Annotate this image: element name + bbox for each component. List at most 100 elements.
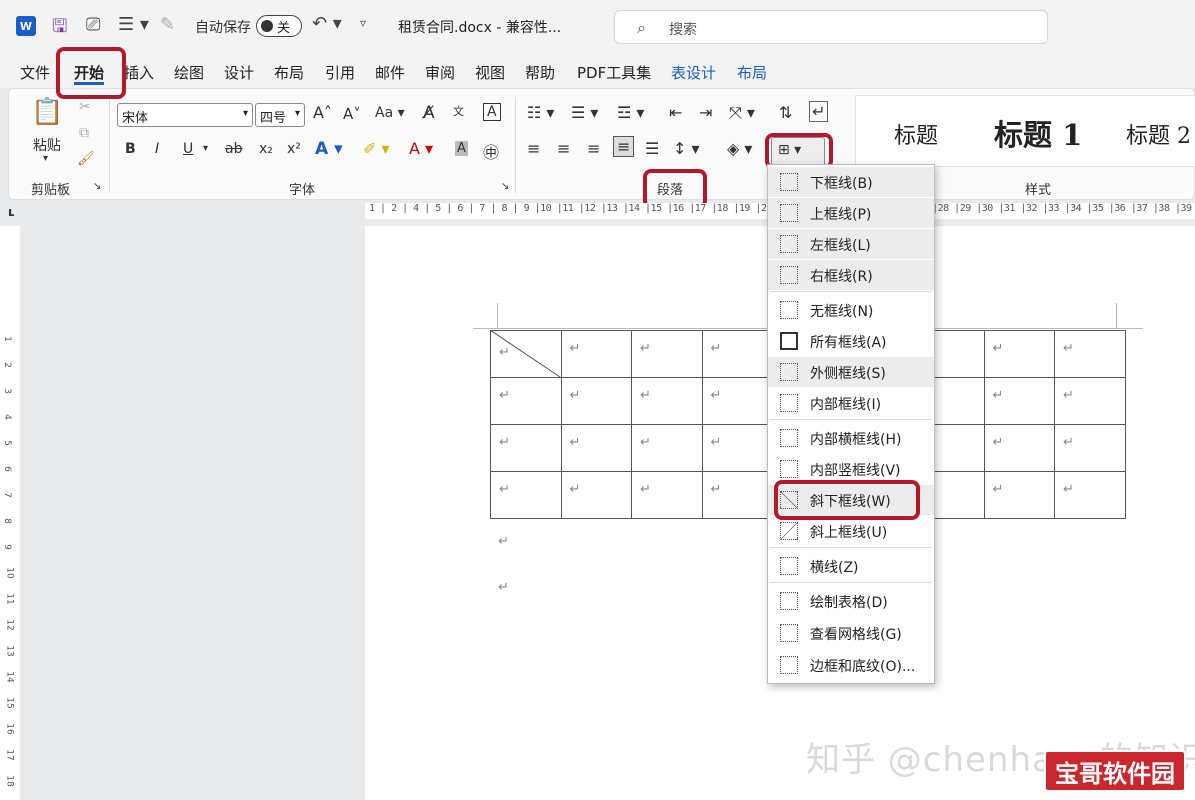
border-menu-item[interactable]: 左框线(L) [768, 229, 934, 259]
underline-dropdown-icon[interactable]: ▾ [203, 143, 208, 154]
decrease-indent-icon[interactable]: ⇤ [669, 103, 682, 122]
style-heading-1[interactable]: 标题 1 [994, 112, 1082, 154]
border-menu-item[interactable]: 斜上框线(U) [768, 516, 934, 546]
underline-button[interactable]: U [183, 141, 193, 157]
table-cell[interactable]: ↵ [983, 330, 1055, 378]
border-menu-item[interactable]: 边框和底纹(O)... [768, 650, 934, 680]
align-right-icon[interactable]: ≡ [587, 139, 600, 158]
border-menu-item[interactable]: 右框线(R) [768, 260, 934, 290]
border-menu-item[interactable]: 查看网格线(G) [768, 618, 934, 648]
superscript-button[interactable]: x² [287, 141, 301, 157]
table-cell[interactable]: ↵ [1054, 424, 1126, 472]
tab-insert[interactable]: 插入 [124, 62, 154, 83]
border-menu-item[interactable]: 外侧框线(S) [768, 357, 934, 387]
strikethrough-button[interactable]: ab [225, 141, 242, 157]
font-name-select[interactable]: 宋体 ▾ [117, 103, 253, 127]
tab-design[interactable]: 设计 [224, 62, 254, 83]
table-cell[interactable]: ↵ [631, 330, 703, 378]
search-box[interactable]: ⌕ 搜索 [614, 10, 1048, 44]
save-icon[interactable]: 🖫 [52, 14, 67, 44]
chinese-layout-icon[interactable]: ⤧ ▾ [729, 103, 755, 123]
numbering-icon[interactable]: ☰ ▾ [571, 103, 598, 122]
subscript-button[interactable]: x₂ [259, 141, 273, 157]
table-cell[interactable]: ↵ [983, 471, 1055, 519]
shrink-font-icon[interactable]: A˅ [343, 105, 361, 123]
copy-icon[interactable]: ⧉ [79, 125, 89, 141]
character-border-icon[interactable]: A [483, 103, 501, 121]
border-menu-item[interactable]: 无框线(N) [768, 295, 934, 325]
pen-icon[interactable]: ✎ [160, 14, 175, 35]
border-menu-item[interactable]: 绘制表格(D) [768, 586, 934, 616]
increase-indent-icon[interactable]: ⇥ [699, 103, 712, 122]
border-menu-item[interactable]: 内部框线(I) [768, 388, 934, 418]
paste-icon[interactable]: 📋 [31, 97, 63, 127]
paste-label[interactable]: 粘贴 [33, 135, 61, 155]
table-cell[interactable]: ↵ [560, 377, 632, 425]
tab-references[interactable]: 引用 [325, 62, 355, 83]
font-size-select[interactable]: 四号 ▾ [255, 103, 305, 127]
table-cell[interactable]: ↵ [701, 424, 773, 472]
tab-selector-icon[interactable]: ʟ [8, 205, 14, 219]
tab-file[interactable]: 文件 [20, 62, 50, 83]
tab-review[interactable]: 审阅 [425, 62, 455, 83]
vertical-ruler[interactable]: 1 2 3 4 5 6 7 8 9 10 11 12 13 14 15 16 1… [0, 226, 20, 800]
table-cell[interactable]: ↵ [560, 330, 632, 378]
style-heading[interactable]: 标题 [894, 118, 938, 150]
distributed-icon[interactable]: ☰ [645, 139, 659, 158]
undo-icon[interactable]: ↶ ▾ [312, 13, 342, 34]
line-spacing-icon[interactable]: ↕ ▾ [673, 139, 700, 158]
table-cell[interactable]: ↵ [490, 471, 562, 519]
grow-font-icon[interactable]: A˄ [313, 103, 332, 122]
paste-dropdown-icon[interactable]: ▾ [43, 153, 48, 164]
border-menu-item[interactable]: 所有框线(A) [768, 326, 934, 356]
border-menu-item[interactable]: 上框线(P) [768, 198, 934, 228]
cut-icon[interactable]: ✂ [79, 99, 91, 115]
italic-button[interactable]: I [155, 141, 159, 157]
sort-icon[interactable]: ⇅ [779, 103, 792, 122]
tab-view[interactable]: 视图 [475, 62, 505, 83]
border-menu-item[interactable]: 内部横框线(H) [768, 423, 934, 453]
font-color-icon[interactable]: A ▾ [409, 139, 433, 158]
bold-button[interactable]: B [125, 141, 136, 157]
table-cell[interactable]: ↵ [560, 424, 632, 472]
tab-layout[interactable]: 布局 [274, 62, 304, 83]
tab-table-layout[interactable]: 布局 [737, 62, 767, 83]
autosave-toggle[interactable]: 关 [256, 15, 302, 37]
clipboard-launcher-icon[interactable]: ↘ [93, 181, 101, 192]
phonetic-guide-icon[interactable]: 文 [453, 103, 464, 119]
align-left-icon[interactable]: ≡ [527, 139, 540, 158]
table-cell[interactable]: ↵ [631, 377, 703, 425]
table-cell[interactable]: ↵ [701, 330, 773, 378]
character-shading-icon[interactable]: A [455, 141, 468, 156]
tab-table-design[interactable]: 表设计 [671, 62, 716, 83]
multilevel-list-icon[interactable]: ☲ ▾ [617, 103, 644, 122]
show-formatting-marks-icon[interactable]: ↵ [809, 101, 829, 122]
table-cell[interactable]: ↵ [701, 377, 773, 425]
tab-pdf-tools[interactable]: PDF工具集 [577, 62, 651, 83]
table-cell[interactable]: ↵ [983, 377, 1055, 425]
table-cell[interactable]: ↵ [1054, 377, 1126, 425]
border-menu-item[interactable]: 下框线(B) [768, 167, 934, 197]
shading-icon[interactable]: ◈ ▾ [727, 139, 752, 158]
table-cell[interactable]: ↵ [983, 424, 1055, 472]
table-cell[interactable]: ↵ [490, 377, 562, 425]
enclose-characters-icon[interactable]: ㊥ [483, 139, 499, 163]
font-launcher-icon[interactable]: ↘ [501, 181, 509, 192]
table-cell[interactable]: ↵ [631, 424, 703, 472]
table-cell[interactable]: ↵ [1054, 330, 1126, 378]
table-cell[interactable]: ↵ [631, 471, 703, 519]
table-cell[interactable]: ↵ [701, 471, 773, 519]
table-cell[interactable]: ↵ [1054, 471, 1126, 519]
align-center-icon[interactable]: ≡ [557, 139, 570, 158]
justify-icon[interactable]: ≡ [613, 136, 635, 157]
bullets-icon[interactable]: ☷ ▾ [527, 103, 554, 122]
clear-formatting-icon[interactable]: A̸ [423, 103, 435, 123]
text-effects-icon[interactable]: A ▾ [315, 139, 343, 159]
tab-help[interactable]: 帮助 [525, 62, 555, 83]
table-cell[interactable]: ↵ [490, 424, 562, 472]
customize-quick-access-icon[interactable]: ▿ [360, 16, 366, 30]
format-painter-icon[interactable]: 🖌 [77, 151, 95, 167]
style-heading-2[interactable]: 标题 2 [1126, 118, 1191, 150]
highlight-color-icon[interactable]: ✐ ▾ [363, 139, 390, 158]
present-icon[interactable]: ⎚ [86, 14, 100, 35]
